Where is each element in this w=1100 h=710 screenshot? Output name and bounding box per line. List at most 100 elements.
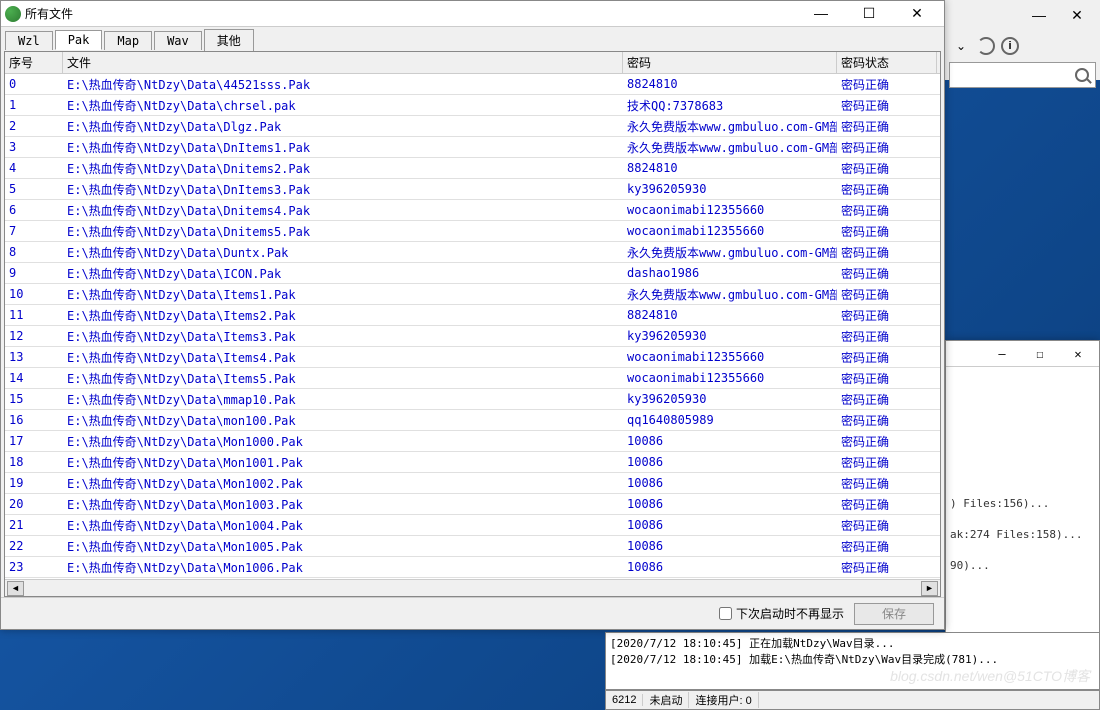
cell-file: E:\热血传奇\NtDzy\Data\Dnitems4.Pak xyxy=(63,202,623,219)
log-panel: [2020/7/12 18:10:45] 正在加载NtDzy\Wav目录... … xyxy=(605,632,1100,690)
main-window: 所有文件 — ☐ ✕ Wzl Pak Map Wav 其他 序号 文件 密码 密… xyxy=(0,0,945,630)
titlebar[interactable]: 所有文件 — ☐ ✕ xyxy=(1,1,944,27)
cell-file: E:\热血传奇\NtDzy\Data\Dlgz.Pak xyxy=(63,118,623,135)
cell-password: 永久免费版本www.gmbuluo.com-GM部落- xyxy=(623,118,837,135)
table-row[interactable]: 15E:\热血传奇\NtDzy\Data\mmap10.Pakky3962059… xyxy=(5,389,940,410)
cell-status: 密码正确 xyxy=(837,391,937,408)
sec-minimize-button[interactable]: — xyxy=(987,347,1017,361)
table-row[interactable]: 20E:\热血传奇\NtDzy\Data\Mon1003.Pak10086密码正… xyxy=(5,494,940,515)
cell-status: 密码正确 xyxy=(837,349,937,366)
cell-index: 6 xyxy=(5,203,63,217)
table-row[interactable]: 10E:\热血传奇\NtDzy\Data\Items1.Pak永久免费版本www… xyxy=(5,284,940,305)
table-row[interactable]: 0E:\热血传奇\NtDzy\Data\44521sss.Pak8824810密… xyxy=(5,74,940,95)
cell-password: wocaonimabi12355660 xyxy=(623,203,837,217)
cell-password: dashao1986 xyxy=(623,266,837,280)
cell-index: 21 xyxy=(5,518,63,532)
maximize-button[interactable]: ☐ xyxy=(854,5,884,22)
table-row[interactable]: 23E:\热血传奇\NtDzy\Data\Mon1006.Pak10086密码正… xyxy=(5,557,940,578)
cell-status: 密码正确 xyxy=(837,223,937,240)
file-table: 序号 文件 密码 密码状态 0E:\热血传奇\NtDzy\Data\44521s… xyxy=(4,51,941,597)
cell-file: E:\热血传奇\NtDzy\Data\Items3.Pak xyxy=(63,328,623,345)
table-row[interactable]: 9E:\热血传奇\NtDzy\Data\ICON.Pakdashao1986密码… xyxy=(5,263,940,284)
cell-status: 密码正确 xyxy=(837,97,937,114)
cell-password: wocaonimabi12355660 xyxy=(623,224,837,238)
sec-maximize-button[interactable]: ☐ xyxy=(1025,347,1055,361)
table-row[interactable]: 12E:\热血传奇\NtDzy\Data\Items3.Pakky3962059… xyxy=(5,326,940,347)
search-input[interactable] xyxy=(949,62,1096,88)
table-row[interactable]: 19E:\热血传奇\NtDzy\Data\Mon1002.Pak10086密码正… xyxy=(5,473,940,494)
tab-wav[interactable]: Wav xyxy=(154,31,202,50)
cell-password: 10086 xyxy=(623,434,837,448)
cell-password: 10086 xyxy=(623,539,837,553)
cell-file: E:\热血传奇\NtDzy\Data\Items4.Pak xyxy=(63,349,623,366)
table-row[interactable]: 21E:\热血传奇\NtDzy\Data\Mon1004.Pak10086密码正… xyxy=(5,515,940,536)
tab-map[interactable]: Map xyxy=(104,31,152,50)
table-row[interactable]: 13E:\热血传奇\NtDzy\Data\Items4.Pakwocaonima… xyxy=(5,347,940,368)
scroll-left-icon[interactable]: ◄ xyxy=(7,581,24,596)
save-button[interactable]: 保存 xyxy=(854,603,934,625)
cell-file: E:\热血传奇\NtDzy\Data\Mon1001.Pak xyxy=(63,454,623,471)
checkbox-input[interactable] xyxy=(719,607,732,620)
table-row[interactable]: 14E:\热血传奇\NtDzy\Data\Items5.Pakwocaonima… xyxy=(5,368,940,389)
table-row[interactable]: 18E:\热血传奇\NtDzy\Data\Mon1001.Pak10086密码正… xyxy=(5,452,940,473)
cell-status: 密码正确 xyxy=(837,265,937,282)
cell-status: 密码正确 xyxy=(837,559,937,576)
cell-password: ky396205930 xyxy=(623,182,837,196)
tab-other[interactable]: 其他 xyxy=(204,29,254,51)
cell-file: E:\热血传奇\NtDzy\Data\Dnitems2.Pak xyxy=(63,160,623,177)
table-row[interactable]: 8E:\热血传奇\NtDzy\Data\Duntx.Pak永久免费版本www.g… xyxy=(5,242,940,263)
table-row[interactable]: 1E:\热血传奇\NtDzy\Data\chrsel.pak技术QQ:73786… xyxy=(5,95,940,116)
table-row[interactable]: 4E:\热血传奇\NtDzy\Data\Dnitems2.Pak8824810密… xyxy=(5,158,940,179)
cell-index: 14 xyxy=(5,371,63,385)
refresh-icon[interactable] xyxy=(977,37,995,55)
table-row[interactable]: 11E:\热血传奇\NtDzy\Data\Items2.Pak8824810密码… xyxy=(5,305,940,326)
table-row[interactable]: 3E:\热血传奇\NtDzy\Data\DnItems1.Pak永久免费版本ww… xyxy=(5,137,940,158)
cell-file: E:\热血传奇\NtDzy\Data\Items1.Pak xyxy=(63,286,623,303)
tab-bar: Wzl Pak Map Wav 其他 xyxy=(1,27,944,51)
cell-status: 密码正确 xyxy=(837,307,937,324)
cell-password: 8824810 xyxy=(623,308,837,322)
cell-file: E:\热血传奇\NtDzy\Data\Mon1005.Pak xyxy=(63,538,623,555)
table-body[interactable]: 0E:\热血传奇\NtDzy\Data\44521sss.Pak8824810密… xyxy=(5,74,940,579)
info-icon[interactable]: i xyxy=(1001,37,1019,55)
tab-pak[interactable]: Pak xyxy=(55,30,103,50)
cell-status: 密码正确 xyxy=(837,412,937,429)
tab-wzl[interactable]: Wzl xyxy=(5,31,53,50)
dont-show-checkbox[interactable]: 下次启动时不再显示 xyxy=(719,605,844,622)
cell-password: wocaonimabi12355660 xyxy=(623,350,837,364)
horizontal-scrollbar[interactable]: ◄ ► xyxy=(5,579,940,596)
app-icon xyxy=(5,6,21,22)
table-row[interactable]: 5E:\热血传奇\NtDzy\Data\DnItems3.Pakky396205… xyxy=(5,179,940,200)
bg-close-button[interactable]: ✕ xyxy=(1062,7,1092,24)
cell-index: 1 xyxy=(5,98,63,112)
minimize-button[interactable]: — xyxy=(806,5,836,22)
cell-file: E:\热血传奇\NtDzy\Data\mmap10.Pak xyxy=(63,391,623,408)
cell-password: wocaonimabi12355660 xyxy=(623,371,837,385)
table-row[interactable]: 22E:\热血传奇\NtDzy\Data\Mon1005.Pak10086密码正… xyxy=(5,536,940,557)
col-index[interactable]: 序号 xyxy=(5,52,63,73)
cell-password: ky396205930 xyxy=(623,329,837,343)
cell-status: 密码正确 xyxy=(837,202,937,219)
cell-status: 密码正确 xyxy=(837,475,937,492)
table-row[interactable]: 17E:\热血传奇\NtDzy\Data\Mon1000.Pak10086密码正… xyxy=(5,431,940,452)
table-row[interactable]: 6E:\热血传奇\NtDzy\Data\Dnitems4.Pakwocaonim… xyxy=(5,200,940,221)
col-status[interactable]: 密码状态 xyxy=(837,52,937,73)
sec-close-button[interactable]: ✕ xyxy=(1063,347,1093,361)
table-row[interactable]: 7E:\热血传奇\NtDzy\Data\Dnitems5.Pakwocaonim… xyxy=(5,221,940,242)
col-password[interactable]: 密码 xyxy=(623,52,837,73)
cell-password: 10086 xyxy=(623,476,837,490)
cell-file: E:\热血传奇\NtDzy\Data\Items5.Pak xyxy=(63,370,623,387)
sec-log-line: ak:274 Files:158)... xyxy=(950,528,1099,541)
dropdown-icon[interactable]: ⌄ xyxy=(951,39,971,53)
cell-status: 密码正确 xyxy=(837,244,937,261)
status-bar: 6212 未启动 连接用户: 0 xyxy=(605,690,1100,710)
close-button[interactable]: ✕ xyxy=(902,5,932,22)
scroll-right-icon[interactable]: ► xyxy=(921,581,938,596)
cell-index: 23 xyxy=(5,560,63,574)
table-row[interactable]: 2E:\热血传奇\NtDzy\Data\Dlgz.Pak永久免费版本www.gm… xyxy=(5,116,940,137)
table-row[interactable]: 16E:\热血传奇\NtDzy\Data\mon100.Pakqq1640805… xyxy=(5,410,940,431)
col-file[interactable]: 文件 xyxy=(63,52,623,73)
bg-minimize-button[interactable]: — xyxy=(1024,7,1054,23)
checkbox-label: 下次启动时不再显示 xyxy=(736,605,844,622)
cell-status: 密码正确 xyxy=(837,370,937,387)
